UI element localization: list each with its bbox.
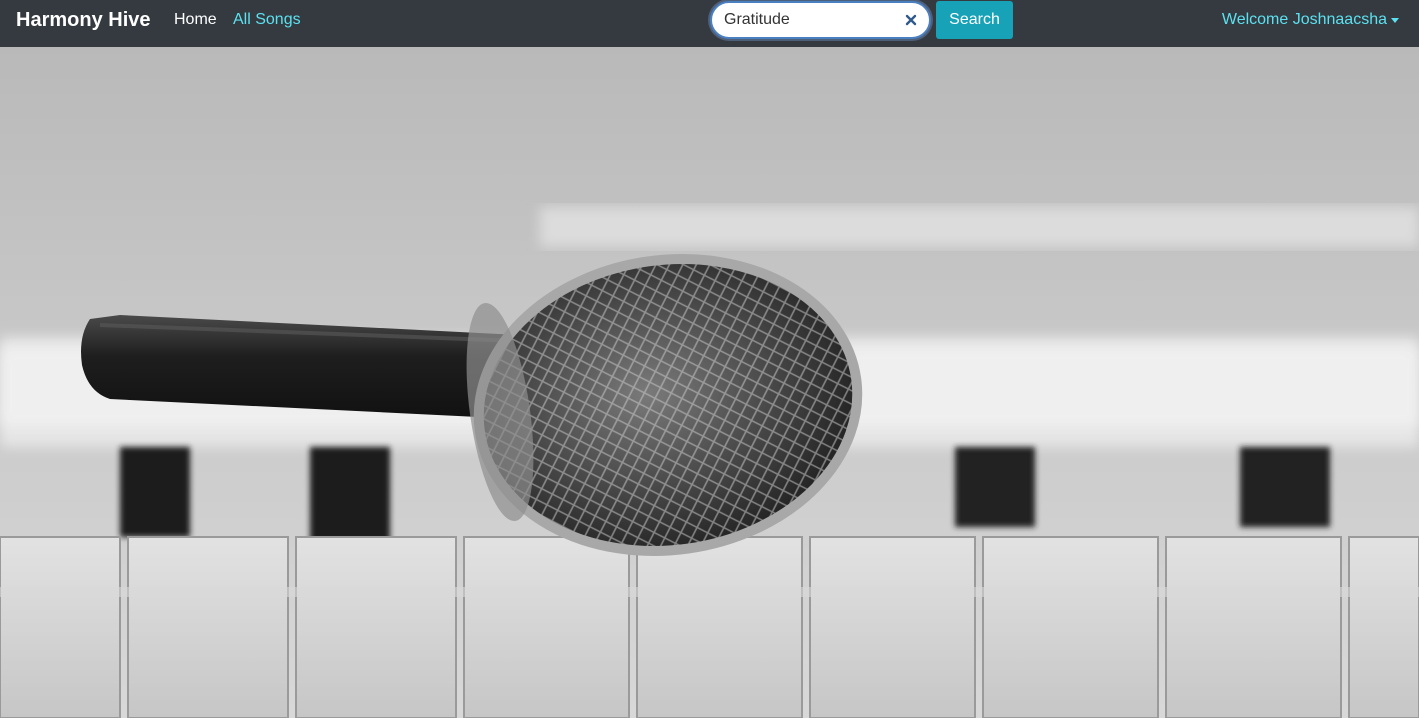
top-navbar: Harmony Hive Home All Songs Search Welco… [0, 0, 1419, 47]
nav-link-home[interactable]: Home [174, 11, 217, 29]
search-input[interactable] [724, 11, 894, 29]
microphone-on-piano-image [0, 47, 1419, 718]
user-welcome-label: Welcome Joshnaacsha [1221, 11, 1387, 28]
nav-link-all-songs[interactable]: All Songs [233, 11, 301, 29]
clear-search-icon[interactable] [903, 11, 919, 29]
user-menu-dropdown[interactable]: Welcome Joshnaacsha [1222, 11, 1399, 29]
brand-logo[interactable]: Harmony Hive [16, 9, 151, 32]
chevron-down-icon [1391, 17, 1399, 23]
search-button[interactable]: Search [936, 1, 1013, 39]
hero-image [0, 47, 1419, 718]
search-box [710, 1, 931, 39]
